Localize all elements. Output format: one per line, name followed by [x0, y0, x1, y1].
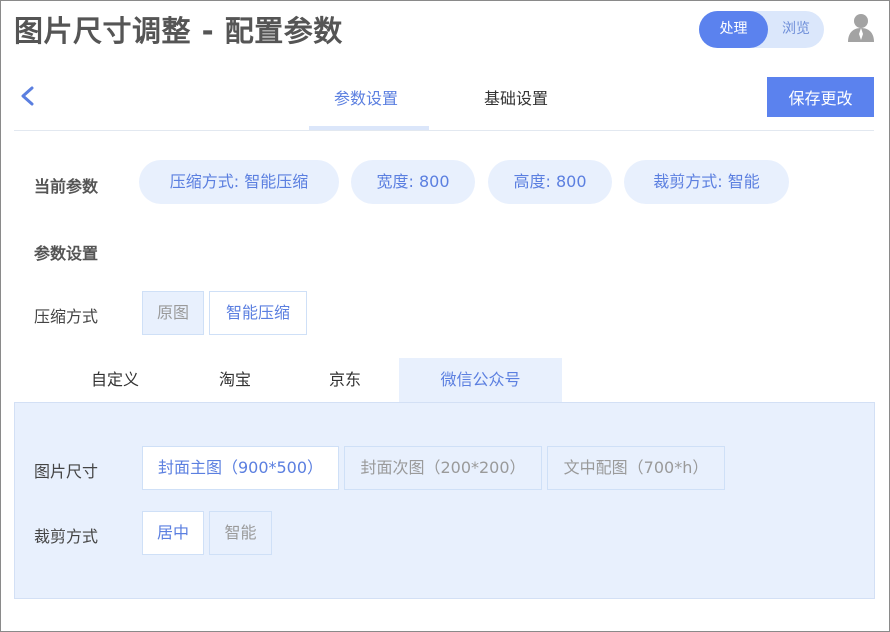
param-chip-height: 高度: 800: [488, 160, 612, 204]
crop-mode-label: 裁剪方式: [34, 527, 99, 546]
header-divider: [14, 130, 874, 131]
param-chip-crop: 裁剪方式: 智能: [624, 160, 789, 204]
page-title: 图片尺寸调整 - 配置参数: [14, 14, 343, 48]
tab-basic-settings[interactable]: 基础设置: [484, 85, 548, 109]
mode-toggle[interactable]: 处理 浏览: [699, 11, 824, 48]
platform-panel: [14, 402, 875, 599]
param-chip-compression: 压缩方式: 智能压缩: [139, 160, 339, 204]
platform-tab-wechat[interactable]: 微信公众号: [399, 358, 562, 402]
crop-option-center[interactable]: 居中: [142, 511, 204, 555]
platform-tab-jd[interactable]: 京东: [290, 358, 400, 402]
size-option-cover-secondary[interactable]: 封面次图（200*200）: [344, 446, 542, 490]
param-chip-width: 宽度: 800: [351, 160, 475, 204]
mode-process-button[interactable]: 处理: [699, 11, 768, 48]
param-settings-label: 参数设置: [34, 244, 99, 263]
platform-tab-taobao[interactable]: 淘宝: [180, 358, 290, 402]
chevron-left-icon[interactable]: [16, 84, 38, 108]
tab-param-settings[interactable]: 参数设置: [334, 85, 398, 109]
platform-tab-custom[interactable]: 自定义: [60, 358, 170, 402]
mode-browse-button[interactable]: 浏览: [768, 11, 824, 48]
compression-option-smart[interactable]: 智能压缩: [209, 291, 307, 335]
image-size-label: 图片尺寸: [34, 462, 99, 481]
user-icon[interactable]: [846, 12, 876, 42]
compression-label: 压缩方式: [34, 307, 99, 326]
crop-option-smart[interactable]: 智能: [209, 511, 272, 555]
size-option-inline[interactable]: 文中配图（700*h）: [547, 446, 725, 490]
compression-option-original[interactable]: 原图: [142, 291, 204, 335]
current-params-label: 当前参数: [34, 177, 99, 196]
size-option-cover-main[interactable]: 封面主图（900*500）: [142, 446, 339, 490]
save-button[interactable]: 保存更改: [767, 77, 874, 117]
